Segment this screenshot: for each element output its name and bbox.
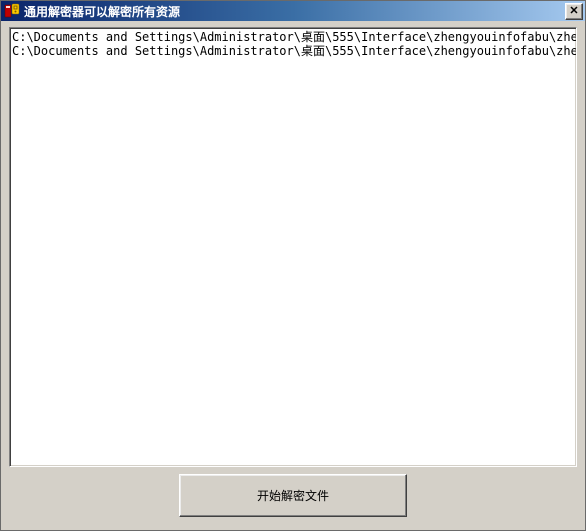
client-area: C:\Documents and Settings\Administrator\… xyxy=(1,21,585,530)
start-decrypt-button[interactable]: 开始解密文件 xyxy=(179,474,407,517)
file-list[interactable]: C:\Documents and Settings\Administrator\… xyxy=(9,27,577,467)
list-item[interactable]: C:\Documents and Settings\Administrator\… xyxy=(12,30,574,44)
close-button[interactable]: ✕ xyxy=(565,3,583,20)
window-title: 通用解密器可以解密所有资源 xyxy=(24,3,565,20)
app-window: 通用解密器可以解密所有资源 ✕ C:\Documents and Setting… xyxy=(0,0,586,531)
close-icon: ✕ xyxy=(569,6,578,17)
app-icon xyxy=(4,3,20,19)
titlebar[interactable]: 通用解密器可以解密所有资源 ✕ xyxy=(1,1,585,21)
list-item[interactable]: C:\Documents and Settings\Administrator\… xyxy=(12,44,574,58)
start-decrypt-label: 开始解密文件 xyxy=(257,487,329,504)
button-row: 开始解密文件 xyxy=(9,467,577,524)
